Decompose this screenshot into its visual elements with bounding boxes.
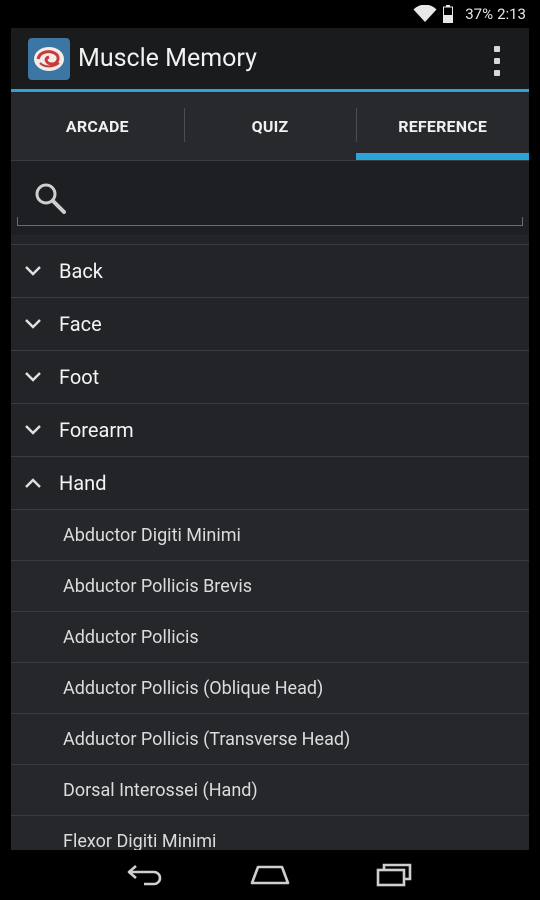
- group-face[interactable]: Face: [11, 298, 529, 351]
- group-label: Hand: [59, 471, 107, 495]
- action-bar: Muscle Memory: [11, 28, 529, 92]
- group-forearm[interactable]: Forearm: [11, 404, 529, 457]
- chevron-down-icon: [25, 266, 41, 276]
- app-window: Muscle Memory ARCADE QUIZ REFERENCE Back: [11, 28, 529, 850]
- search-field: [17, 171, 523, 226]
- chevron-down-icon: [25, 372, 41, 382]
- tab-arcade[interactable]: ARCADE: [11, 92, 184, 160]
- navigation-bar: [0, 850, 540, 900]
- battery-percent: 37%: [465, 5, 494, 23]
- home-icon[interactable]: [242, 860, 298, 890]
- group-hand[interactable]: Hand: [11, 457, 529, 510]
- recent-apps-icon[interactable]: [366, 860, 422, 890]
- list-top-divider: [11, 235, 529, 245]
- group-back[interactable]: Back: [11, 245, 529, 298]
- status-bar: 37% 2:13: [0, 0, 540, 28]
- search-bar: [11, 161, 529, 235]
- muscle-item-abductor-pollicis-brevis[interactable]: Abductor Pollicis Brevis: [11, 561, 529, 612]
- search-input[interactable]: [77, 179, 513, 217]
- chevron-down-icon: [25, 425, 41, 435]
- app-title: Muscle Memory: [78, 44, 257, 73]
- overflow-menu-icon[interactable]: [493, 46, 501, 76]
- muscle-item-adductor-pollicis-transverse[interactable]: Adductor Pollicis (Transverse Head): [11, 714, 529, 765]
- back-icon[interactable]: [118, 860, 174, 890]
- muscle-item-dorsal-interossei[interactable]: Dorsal Interossei (Hand): [11, 765, 529, 816]
- muscle-item-abductor-digiti-minimi[interactable]: Abductor Digiti Minimi: [11, 510, 529, 561]
- tab-quiz[interactable]: QUIZ: [183, 92, 357, 160]
- chevron-up-icon: [25, 478, 41, 488]
- group-label: Foot: [59, 365, 100, 389]
- group-foot[interactable]: Foot: [11, 351, 529, 404]
- brain-app-icon[interactable]: [28, 37, 70, 80]
- search-icon[interactable]: [33, 181, 67, 215]
- tab-bar: ARCADE QUIZ REFERENCE: [11, 92, 529, 161]
- muscle-item-adductor-pollicis-oblique[interactable]: Adductor Pollicis (Oblique Head): [11, 663, 529, 714]
- wifi-icon: [413, 5, 437, 22]
- chevron-down-icon: [25, 319, 41, 329]
- clock: 2:13: [497, 5, 526, 23]
- muscle-item-flexor-digiti-minimi[interactable]: Flexor Digiti Minimi: [11, 816, 529, 850]
- group-label: Forearm: [59, 418, 134, 442]
- group-label: Back: [59, 259, 103, 283]
- muscle-group-list: Back Face Foot Forearm Hand Abductor Dig…: [11, 245, 529, 850]
- group-label: Face: [59, 312, 102, 336]
- muscle-item-adductor-pollicis[interactable]: Adductor Pollicis: [11, 612, 529, 663]
- battery-icon: [443, 5, 454, 23]
- tab-reference[interactable]: REFERENCE: [356, 92, 529, 160]
